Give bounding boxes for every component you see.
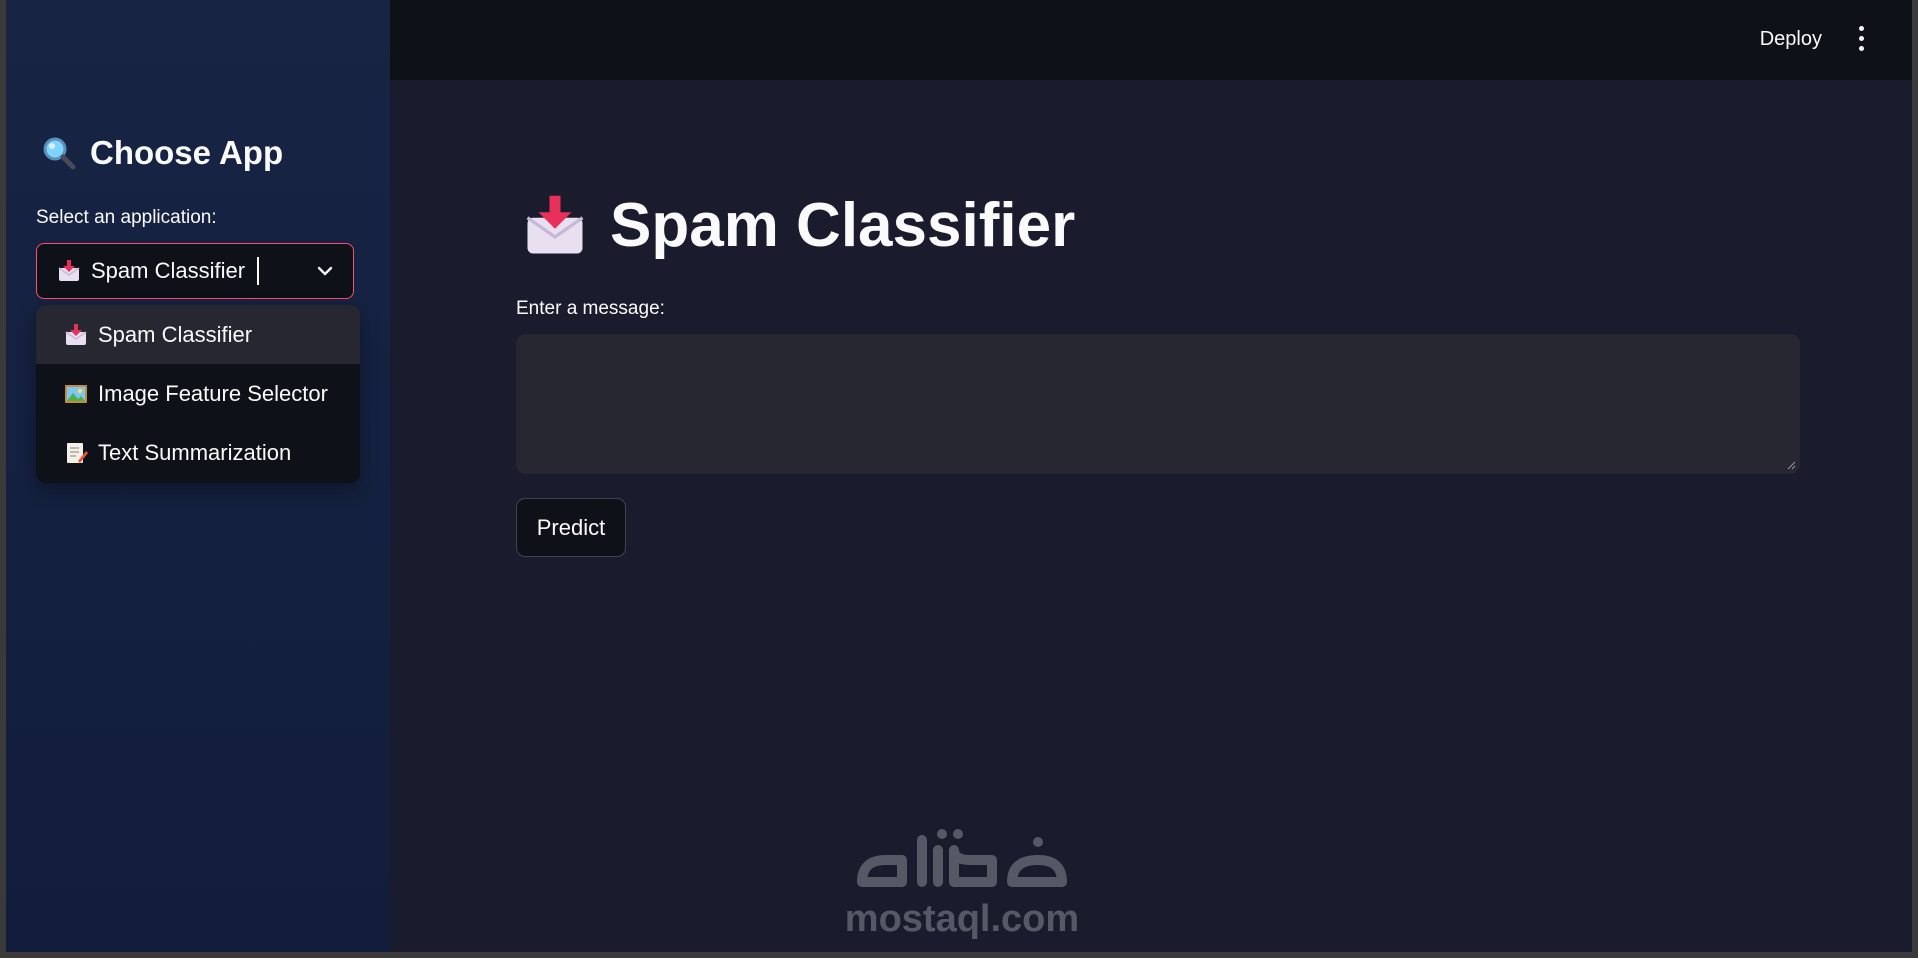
magnifier-icon bbox=[43, 137, 76, 170]
mostaql-logo bbox=[857, 829, 1067, 887]
option-image-feature-selector[interactable]: Image Feature Selector bbox=[36, 364, 360, 423]
deploy-button[interactable]: Deploy bbox=[1754, 20, 1828, 59]
inbox-tray-icon bbox=[58, 260, 80, 281]
app-select[interactable]: Spam Classifier bbox=[36, 243, 354, 299]
message-label: Enter a message: bbox=[516, 298, 665, 319]
inbox-tray-icon bbox=[65, 323, 87, 345]
menu-dot bbox=[1858, 45, 1864, 51]
menu-dot bbox=[1858, 25, 1864, 31]
page-title-text: Spam Classifier bbox=[610, 191, 1076, 260]
sidebar: Choose App Select an application: Spam C… bbox=[6, 0, 390, 952]
app-window: Choose App Select an application: Spam C… bbox=[6, 0, 1912, 952]
main-menu-button[interactable] bbox=[1846, 22, 1876, 54]
option-label: Text Summarization bbox=[98, 439, 292, 465]
message-input[interactable] bbox=[516, 334, 1800, 474]
page-title: Spam Classifier bbox=[522, 190, 1075, 261]
option-spam-classifier[interactable]: Spam Classifier bbox=[36, 305, 360, 364]
chevron-down-icon[interactable] bbox=[315, 261, 335, 281]
text-cursor bbox=[257, 257, 260, 285]
option-label: Spam Classifier bbox=[98, 321, 253, 347]
resize-grip-icon[interactable] bbox=[1786, 460, 1796, 470]
top-header: Deploy bbox=[390, 0, 1912, 80]
menu-dot bbox=[1858, 35, 1864, 41]
option-text-summarization[interactable]: Text Summarization bbox=[36, 423, 360, 482]
sidebar-title: Choose App bbox=[42, 134, 283, 172]
select-value: Spam Classifier bbox=[57, 257, 315, 285]
sidebar-title-text: Choose App bbox=[90, 134, 284, 171]
option-label: Image Feature Selector bbox=[98, 380, 328, 406]
framed-picture-icon bbox=[65, 384, 87, 403]
memo-icon bbox=[67, 442, 88, 463]
app-select-dropdown: Spam Classifier Image Feature Selector T… bbox=[36, 305, 360, 483]
select-value-text: Spam Classifier bbox=[91, 258, 246, 283]
mostaql-watermark: mostaql.com bbox=[842, 820, 1082, 940]
select-label: Select an application: bbox=[36, 207, 217, 228]
inbox-tray-icon bbox=[526, 195, 584, 253]
predict-button[interactable]: Predict bbox=[516, 498, 626, 557]
mostaql-domain: mostaql.com bbox=[844, 898, 1080, 940]
